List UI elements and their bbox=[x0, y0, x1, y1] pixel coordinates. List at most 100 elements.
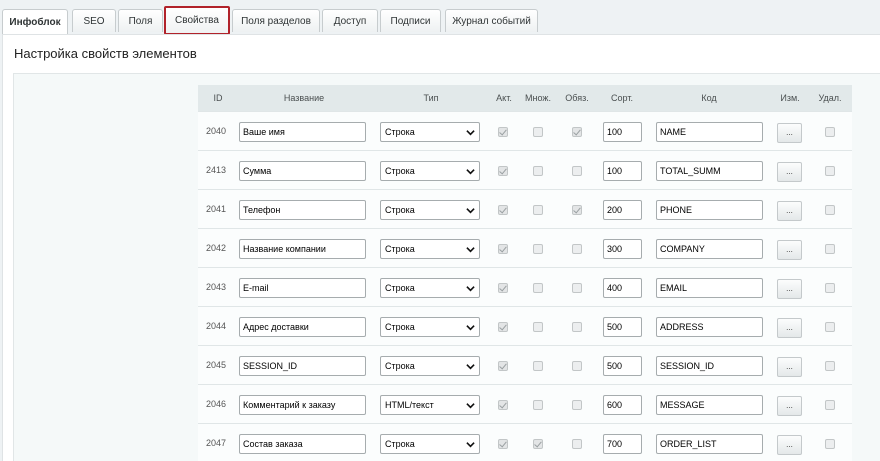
property-name-input[interactable]: Ваше имя bbox=[239, 122, 366, 142]
sort-input[interactable]: 500 bbox=[603, 356, 642, 376]
code-input[interactable]: SESSION_ID bbox=[656, 356, 763, 376]
edit-button[interactable]: ... bbox=[777, 201, 802, 221]
tab-seo[interactable]: SEO bbox=[72, 9, 116, 32]
delete-checkbox[interactable] bbox=[825, 205, 835, 215]
delete-checkbox[interactable] bbox=[825, 244, 835, 254]
table-row: 2046 Комментарий к заказу HTML/текст 600… bbox=[198, 384, 852, 423]
sort-input[interactable]: 100 bbox=[603, 161, 642, 181]
code-input[interactable]: ADDRESS bbox=[656, 317, 763, 337]
edit-button[interactable]: ... bbox=[777, 240, 802, 260]
multiple-checkbox[interactable] bbox=[533, 205, 543, 215]
property-type-select[interactable]: Строка bbox=[380, 122, 480, 142]
property-type-select[interactable]: Строка bbox=[380, 200, 480, 220]
property-type-select[interactable]: HTML/текст bbox=[380, 395, 480, 415]
required-checkbox[interactable] bbox=[572, 400, 582, 410]
tab-infoblock[interactable]: Инфоблок bbox=[2, 9, 68, 35]
property-type-select[interactable]: Строка bbox=[380, 239, 480, 259]
delete-checkbox[interactable] bbox=[825, 322, 835, 332]
required-checkbox[interactable] bbox=[572, 361, 582, 371]
sort-input[interactable]: 700 bbox=[603, 434, 642, 454]
table-row: 2040 Ваше имя Строка 100 NAME ... bbox=[198, 111, 852, 150]
property-name-input[interactable]: E-mail bbox=[239, 278, 366, 298]
sort-input[interactable]: 100 bbox=[603, 122, 642, 142]
delete-checkbox[interactable] bbox=[825, 127, 835, 137]
active-checkbox[interactable] bbox=[498, 439, 508, 449]
active-checkbox[interactable] bbox=[498, 322, 508, 332]
active-checkbox[interactable] bbox=[498, 205, 508, 215]
multiple-checkbox[interactable] bbox=[533, 322, 543, 332]
header-sort: Сорт. bbox=[611, 93, 633, 103]
multiple-checkbox[interactable] bbox=[533, 166, 543, 176]
property-id: 2047 bbox=[205, 438, 227, 448]
property-type-value: Строка bbox=[385, 283, 415, 293]
delete-checkbox[interactable] bbox=[825, 166, 835, 176]
property-name-input[interactable]: Название компании bbox=[239, 239, 366, 259]
property-id: 2045 bbox=[205, 360, 227, 370]
multiple-checkbox[interactable] bbox=[533, 400, 543, 410]
property-name-input[interactable]: Состав заказа bbox=[239, 434, 366, 454]
multiple-checkbox[interactable] bbox=[533, 244, 543, 254]
property-name-input[interactable]: Телефон bbox=[239, 200, 366, 220]
edit-button[interactable]: ... bbox=[777, 123, 802, 143]
tab-section-fields[interactable]: Поля разделов bbox=[232, 9, 320, 32]
sort-input[interactable]: 600 bbox=[603, 395, 642, 415]
property-id: 2046 bbox=[205, 399, 227, 409]
tab-event-log[interactable]: Журнал событий bbox=[445, 9, 538, 32]
required-checkbox[interactable] bbox=[572, 127, 582, 137]
active-checkbox[interactable] bbox=[498, 400, 508, 410]
required-checkbox[interactable] bbox=[572, 283, 582, 293]
sort-input[interactable]: 500 bbox=[603, 317, 642, 337]
code-input[interactable]: COMPANY bbox=[656, 239, 763, 259]
edit-button[interactable]: ... bbox=[777, 318, 802, 338]
code-input[interactable]: NAME bbox=[656, 122, 763, 142]
code-input[interactable]: MESSAGE bbox=[656, 395, 763, 415]
sort-input[interactable]: 400 bbox=[603, 278, 642, 298]
required-checkbox[interactable] bbox=[572, 439, 582, 449]
active-checkbox[interactable] bbox=[498, 244, 508, 254]
multiple-checkbox[interactable] bbox=[533, 361, 543, 371]
delete-checkbox[interactable] bbox=[825, 361, 835, 371]
property-type-select[interactable]: Строка bbox=[380, 356, 480, 376]
property-name-input[interactable]: Сумма bbox=[239, 161, 366, 181]
multiple-checkbox[interactable] bbox=[533, 127, 543, 137]
code-input[interactable]: ORDER_LIST bbox=[656, 434, 763, 454]
tab-fields[interactable]: Поля bbox=[118, 9, 163, 32]
active-checkbox[interactable] bbox=[498, 361, 508, 371]
tab-access[interactable]: Доступ bbox=[322, 9, 378, 32]
active-checkbox[interactable] bbox=[498, 283, 508, 293]
code-input[interactable]: EMAIL bbox=[656, 278, 763, 298]
edit-button[interactable]: ... bbox=[777, 162, 802, 182]
multiple-checkbox[interactable] bbox=[533, 439, 543, 449]
header-code: Код bbox=[701, 93, 717, 103]
code-input[interactable]: TOTAL_SUMM bbox=[656, 161, 763, 181]
edit-button[interactable]: ... bbox=[777, 279, 802, 299]
property-type-select[interactable]: Строка bbox=[380, 161, 480, 181]
edit-button[interactable]: ... bbox=[777, 396, 802, 416]
property-name-input[interactable]: Комментарий к заказу bbox=[239, 395, 366, 415]
tab-properties[interactable]: Свойства bbox=[164, 6, 230, 35]
active-checkbox[interactable] bbox=[498, 127, 508, 137]
required-checkbox[interactable] bbox=[572, 205, 582, 215]
code-input[interactable]: PHONE bbox=[656, 200, 763, 220]
required-checkbox[interactable] bbox=[572, 322, 582, 332]
property-id: 2041 bbox=[205, 204, 227, 214]
delete-checkbox[interactable] bbox=[825, 400, 835, 410]
active-checkbox[interactable] bbox=[498, 166, 508, 176]
required-checkbox[interactable] bbox=[572, 166, 582, 176]
property-type-select[interactable]: Строка bbox=[380, 317, 480, 337]
required-checkbox[interactable] bbox=[572, 244, 582, 254]
sort-input[interactable]: 200 bbox=[603, 200, 642, 220]
property-name-input[interactable]: Адрес доставки bbox=[239, 317, 366, 337]
property-name-input[interactable]: SESSION_ID bbox=[239, 356, 366, 376]
edit-button[interactable]: ... bbox=[777, 357, 802, 377]
delete-checkbox[interactable] bbox=[825, 283, 835, 293]
property-type-select[interactable]: Строка bbox=[380, 278, 480, 298]
property-type-value: Строка bbox=[385, 244, 415, 254]
sort-input[interactable]: 300 bbox=[603, 239, 642, 259]
property-type-select[interactable]: Строка bbox=[380, 434, 480, 454]
delete-checkbox[interactable] bbox=[825, 439, 835, 449]
multiple-checkbox[interactable] bbox=[533, 283, 543, 293]
edit-button[interactable]: ... bbox=[777, 435, 802, 455]
tab-captions[interactable]: Подписи bbox=[380, 9, 441, 32]
header-id: ID bbox=[213, 93, 223, 103]
